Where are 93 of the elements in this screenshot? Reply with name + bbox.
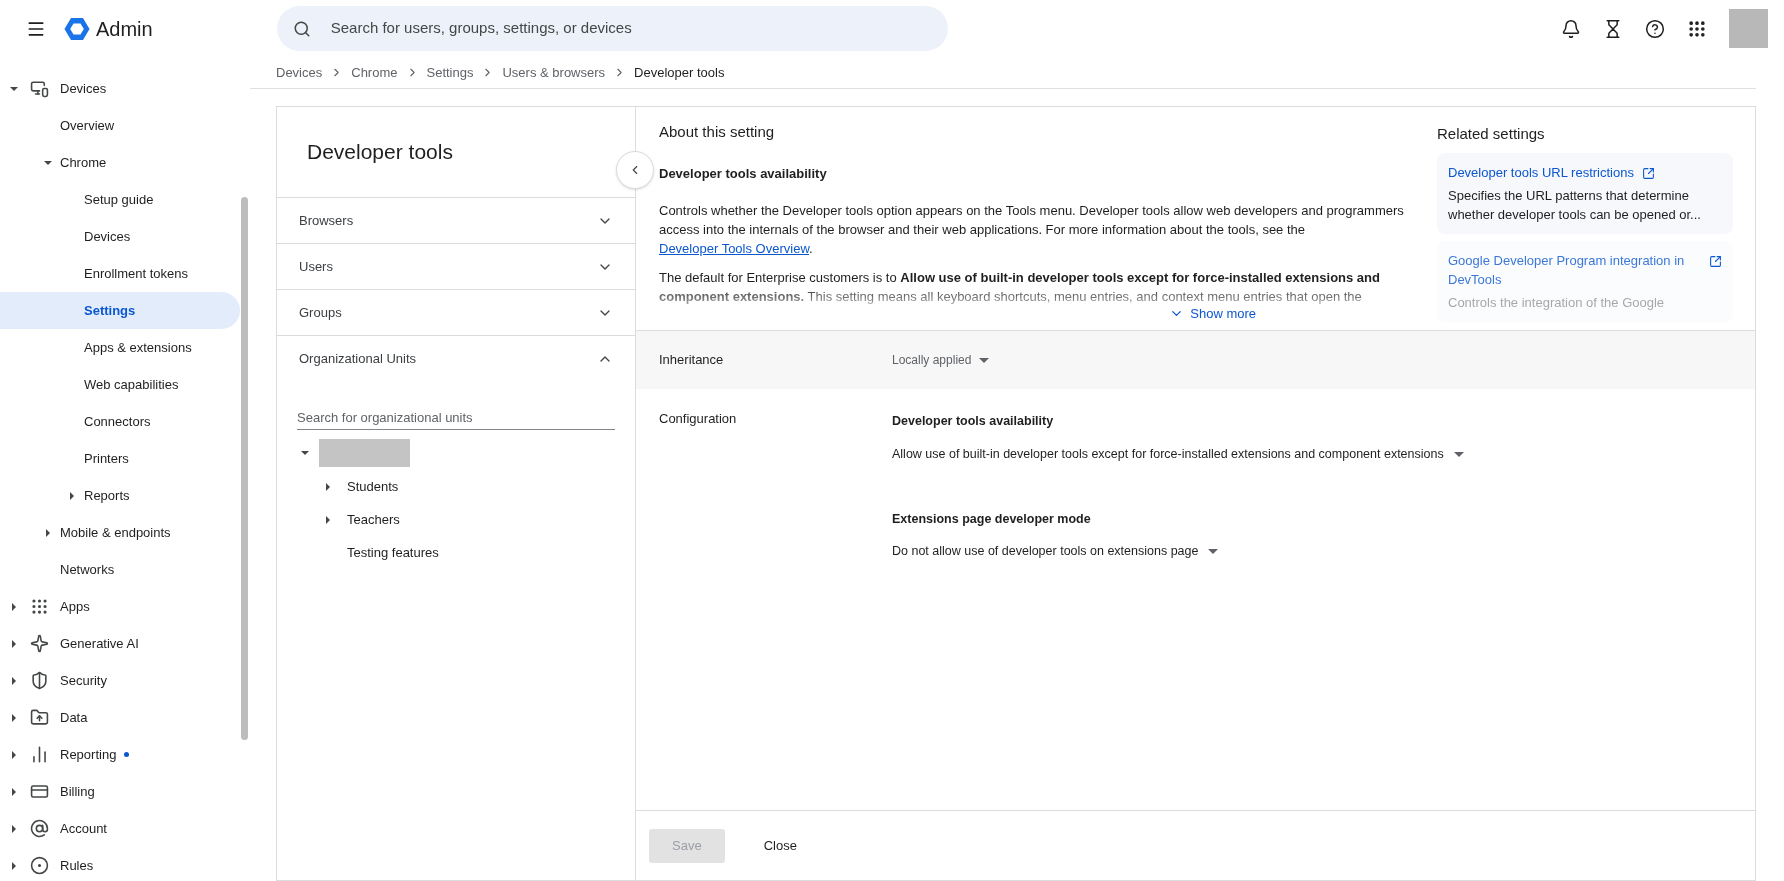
sidebar-item[interactable]: Account — [0, 810, 240, 847]
setting-title: Extensions page developer mode — [892, 510, 1092, 528]
org-unit-item[interactable]: Testing features — [347, 542, 439, 563]
caret-right-icon[interactable] — [10, 639, 18, 648]
sidebar-item[interactable]: Data — [0, 699, 240, 736]
logo-icon — [64, 16, 90, 41]
dropdown-arrow-icon — [1453, 451, 1464, 457]
help-icon[interactable] — [1645, 18, 1665, 39]
search-field[interactable]: Search for users, groups, settings, or devices — [276, 6, 948, 51]
search-input[interactable]: Search for users, groups, settings, or devices — [330, 17, 932, 40]
filter-accordion[interactable]: Groups — [277, 290, 635, 335]
external-link-icon — [1641, 166, 1655, 180]
app-title: Admin — [96, 16, 153, 42]
inheritance-dropdown[interactable]: Locally applied — [892, 351, 990, 369]
close-button[interactable]: Close — [740, 828, 820, 863]
sidebar-item[interactable]: Generative AI — [0, 625, 240, 662]
org-search-field[interactable]: Search for organizational units — [297, 406, 615, 430]
sidebar-item[interactable]: Printers — [0, 440, 240, 477]
section-icon — [30, 634, 49, 653]
description-paragraph: Controls whether the Developer tools option appears on the Tools menu. Developer tools allow web developers and programmers access into the internals of the browser and their web applications. For more information about the tools, see the Developer Tools Overview. — [659, 202, 1405, 258]
caret-right-icon[interactable] — [10, 861, 18, 870]
section-icon — [30, 856, 49, 875]
filter-accordion[interactable]: Organizational Units — [277, 336, 635, 381]
search-icon — [292, 19, 311, 38]
caret-right-icon[interactable] — [10, 602, 18, 611]
sidebar-item[interactable]: Rules — [0, 847, 240, 881]
external-link-icon — [1709, 254, 1722, 268]
caret-right-icon[interactable] — [10, 824, 18, 833]
sidebar-item[interactable]: Mobile & endpoints — [0, 514, 240, 551]
section-icon — [30, 671, 49, 690]
notifications-icon[interactable] — [1561, 18, 1581, 39]
related-setting-card[interactable]: Developer tools URL restrictions Specifies the URL patterns that determine whether developer tools can be opened or... — [1437, 152, 1733, 234]
apps-icon[interactable] — [1687, 18, 1707, 39]
section-heading: About this setting — [659, 122, 776, 142]
section-icon — [30, 597, 49, 616]
section-icon — [30, 819, 49, 838]
caret-right-icon[interactable] — [324, 482, 332, 491]
section-icon — [30, 708, 49, 727]
panel-title: Developer tools — [307, 139, 453, 166]
caret-down-icon[interactable] — [301, 449, 309, 457]
caret-right-icon[interactable] — [68, 491, 76, 500]
caret-right-icon[interactable] — [10, 676, 18, 685]
related-setting-description: Controls the integration of the Google — [1448, 293, 1666, 312]
caret-down-icon[interactable] — [10, 84, 18, 93]
sidebar-item[interactable]: Devices — [0, 70, 240, 107]
org-unit-item[interactable]: Teachers — [347, 509, 400, 530]
sidebar-item[interactable]: Chrome — [0, 144, 240, 181]
filter-accordion[interactable]: Browsers — [277, 198, 635, 243]
related-setting-card[interactable]: Google Developer Program integration in DevTools Controls the integration of the Google — [1437, 240, 1733, 322]
sidebar-item[interactable]: Devices — [0, 218, 240, 255]
show-more-button[interactable]: Show more — [1169, 304, 1256, 324]
breadcrumb-link[interactable]: Devices — [276, 62, 323, 83]
sidebar-item[interactable]: Enrollment tokens — [0, 255, 240, 292]
caret-down-icon[interactable] — [44, 158, 52, 167]
sidebar-item[interactable]: Connectors — [0, 403, 240, 440]
setting-subtitle: Developer tools availability — [659, 164, 828, 183]
related-setting-description: Specifies the URL patterns that determine whether developer tools can be opened or... — [1448, 186, 1702, 224]
org-unit-item[interactable]: Students — [347, 476, 399, 497]
sidebar-item[interactable]: Settings — [0, 292, 240, 329]
field-label: Inheritance — [659, 351, 725, 370]
sidebar-item[interactable]: Security — [0, 662, 240, 699]
breadcrumb-link[interactable]: Settings — [426, 62, 474, 83]
sidebar-item[interactable]: Billing — [0, 773, 240, 810]
caret-right-icon[interactable] — [324, 515, 332, 524]
breadcrumb-link[interactable]: Chrome — [351, 62, 398, 83]
sidebar-item[interactable]: Networks — [0, 551, 240, 588]
sidebar-item[interactable]: Reports — [0, 477, 240, 514]
sidebar-item[interactable]: Web capabilities — [0, 366, 240, 403]
filter-accordion[interactable]: Users — [277, 244, 635, 289]
dropdown-arrow-icon — [979, 357, 990, 363]
section-icon — [30, 782, 49, 801]
caret-right-icon[interactable] — [44, 528, 52, 537]
caret-right-icon[interactable] — [10, 750, 18, 759]
sidebar-item[interactable]: Reporting — [0, 736, 240, 773]
breadcrumb-link[interactable]: Users & browsers — [502, 62, 606, 83]
sidebar-item[interactable]: Apps — [0, 588, 240, 625]
setting-dropdown[interactable]: Allow use of built-in developer tools except for force-installed extensions and component extensions — [892, 444, 1464, 464]
related-setting-link[interactable]: Developer tools URL restrictions — [1448, 162, 1634, 182]
hourglass-icon[interactable] — [1603, 18, 1623, 39]
caret-right-icon[interactable] — [10, 713, 18, 722]
setting-title: Developer tools availability — [892, 413, 1055, 430]
sidebar-item[interactable]: Apps & extensions — [0, 329, 240, 366]
related-setting-link[interactable]: Google Developer Program integration in DevTools — [1448, 250, 1701, 289]
dropdown-arrow-icon — [1208, 549, 1219, 555]
sidebar-item[interactable]: Setup guide — [0, 181, 240, 218]
sidebar-item[interactable]: Overview — [0, 107, 240, 144]
section-heading: Related settings — [1437, 124, 1546, 144]
scrollbar-thumb[interactable] — [241, 197, 248, 740]
caret-right-icon[interactable] — [10, 787, 18, 796]
setting-dropdown[interactable]: Do not allow use of developer tools on extensions page — [892, 542, 1219, 561]
section-icon — [30, 79, 49, 98]
section-icon — [30, 745, 49, 764]
field-label: Configuration — [659, 410, 738, 428]
